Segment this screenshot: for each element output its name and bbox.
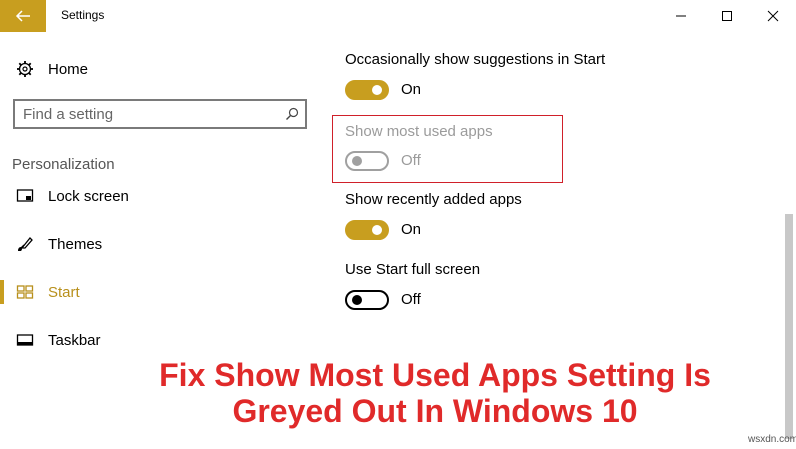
- close-button[interactable]: [750, 0, 796, 32]
- toggle-recently-added[interactable]: [345, 220, 389, 240]
- sidebar-item-label: Themes: [48, 235, 103, 253]
- setting-label-full-screen: Use Start full screen: [345, 261, 481, 278]
- setting-label-most-used: Show most used apps: [345, 123, 493, 140]
- toggle-state-full-screen: Off: [401, 291, 421, 308]
- search-icon[interactable]: [285, 107, 299, 121]
- gear-icon: [16, 60, 34, 78]
- maximize-icon: [722, 11, 732, 21]
- toggle-knob: [372, 85, 382, 95]
- minimize-button[interactable]: [658, 0, 704, 32]
- toggle-knob: [352, 156, 362, 166]
- toggle-state-recently-added: On: [401, 221, 422, 238]
- sidebar-item-taskbar[interactable]: Taskbar: [0, 320, 320, 360]
- headline-line-2: Greyed Out In Windows 10: [232, 393, 638, 429]
- search-field[interactable]: [13, 99, 307, 129]
- headline-line-1: Fix Show Most Used Apps Setting Is: [159, 357, 711, 393]
- section-header-personalization: Personalization: [12, 156, 115, 173]
- toggle-suggestions[interactable]: [345, 80, 389, 100]
- toggle-most-used: [345, 151, 389, 171]
- toggle-knob: [352, 295, 362, 305]
- lock-screen-icon: [16, 187, 34, 205]
- search-input[interactable]: [23, 105, 273, 123]
- toggle-full-screen[interactable]: [345, 290, 389, 310]
- back-arrow-icon: [15, 10, 30, 22]
- close-icon: [767, 10, 779, 22]
- sidebar-item-label: Lock screen: [48, 187, 129, 205]
- taskbar-icon: [16, 331, 34, 349]
- minimize-icon: [676, 15, 686, 17]
- watermark: wsxdn.com: [748, 434, 796, 445]
- themes-icon: [16, 235, 34, 253]
- back-button[interactable]: [0, 0, 46, 32]
- window-title: Settings: [61, 8, 105, 22]
- title-bar: Settings: [0, 0, 796, 32]
- sidebar-item-label: Start: [48, 283, 80, 301]
- toggle-state-most-used: Off: [401, 152, 421, 169]
- toggle-knob: [372, 225, 382, 235]
- start-icon: [16, 283, 34, 301]
- setting-label-suggestions: Occasionally show suggestions in Start: [345, 51, 606, 68]
- toggle-state-suggestions: On: [401, 81, 422, 98]
- sidebar-item-start[interactable]: Start: [0, 272, 320, 312]
- sidebar-item-lock-screen[interactable]: Lock screen: [0, 176, 320, 216]
- sidebar-item-themes[interactable]: Themes: [0, 224, 320, 264]
- sidebar-item-label: Home: [48, 60, 89, 78]
- maximize-button[interactable]: [704, 0, 750, 32]
- sidebar-item-label: Taskbar: [48, 331, 101, 349]
- setting-label-recently-added: Show recently added apps: [345, 191, 522, 208]
- sidebar-item-home[interactable]: Home: [0, 49, 320, 89]
- scrollbar[interactable]: [785, 214, 793, 439]
